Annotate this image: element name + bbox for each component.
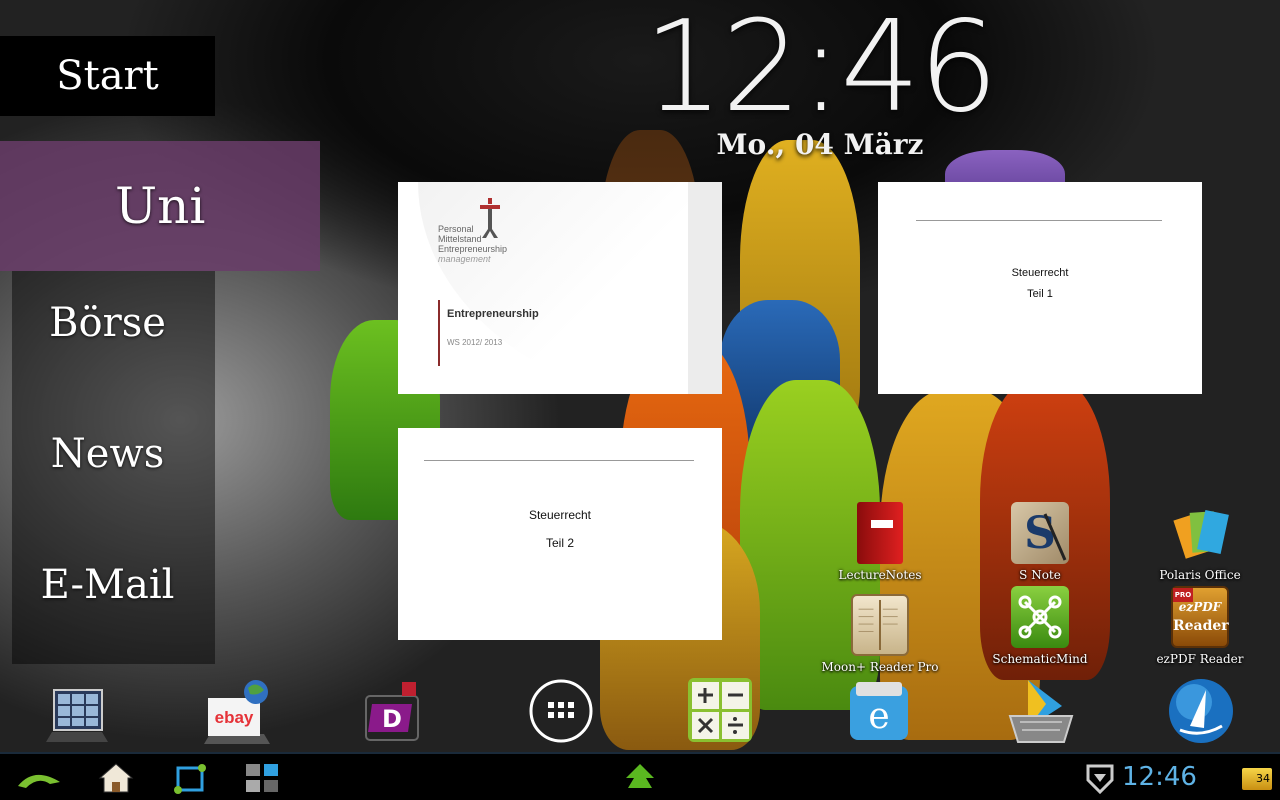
dock-file-manager[interactable]: e — [846, 676, 916, 746]
app-ezpdf-reader[interactable]: PRO ezPDF Reader ezPDF Reader — [1140, 586, 1260, 666]
app-schematicmind[interactable]: SchematicMind — [980, 586, 1100, 666]
logo-line: Mittelstand — [438, 234, 482, 244]
clock-time[interactable]: 12:46 — [620, 2, 1020, 132]
ezpdf-brand-text: ezPDF — [1178, 600, 1222, 614]
dock-gallery[interactable] — [42, 676, 112, 746]
status-clock[interactable]: 12:46 — [1122, 762, 1197, 792]
dock-ebay[interactable]: ebay — [202, 676, 272, 746]
d-app-icon: D — [365, 682, 419, 741]
notebook-label-decor — [871, 520, 893, 528]
screenshot-button[interactable] — [244, 762, 280, 794]
logo-line: management — [438, 254, 491, 264]
svg-text:e: e — [868, 696, 889, 737]
dock-play-store[interactable] — [1006, 676, 1076, 746]
app-label: SchematicMind — [992, 652, 1088, 666]
ezpdf-word-text: Reader — [1173, 618, 1229, 634]
notification-icon[interactable] — [1086, 762, 1114, 794]
document-thumbnail-steuerrecht-2[interactable]: Steuerrecht Teil 2 — [398, 428, 722, 640]
doc-title: Steuerrecht — [528, 508, 592, 522]
slide-swoosh-decor — [418, 182, 722, 394]
menu-item-boerse[interactable]: Börse — [0, 300, 215, 346]
doc-title: Steuerrecht — [1011, 267, 1069, 279]
app-moon-reader[interactable]: Moon+ Reader Pro — [820, 594, 940, 674]
slide-accent-bar — [438, 300, 440, 366]
app-drawer-button[interactable] — [526, 676, 596, 746]
ebay-logo-text: ebay — [214, 708, 254, 727]
s-note-icon: S — [1011, 502, 1069, 564]
dock-calculator[interactable] — [686, 676, 756, 746]
app-label: LectureNotes — [838, 568, 922, 582]
menu-up-button[interactable] — [624, 762, 656, 794]
page-rule — [916, 220, 1162, 221]
logo-line: Entrepreneurship — [438, 244, 508, 254]
app-label: S Note — [1019, 568, 1061, 582]
red-notebook-icon — [857, 502, 903, 564]
open-book-icon — [851, 594, 909, 656]
slide-title: Entrepreneurship — [447, 308, 539, 320]
page-rule — [424, 460, 694, 461]
slide-subtitle: WS 2012/ 2013 — [447, 338, 503, 347]
book-lines-glyph — [858, 608, 898, 632]
app-label: Moon+ Reader Pro — [821, 660, 939, 674]
ezpdf-reader-icon: PRO ezPDF Reader — [1171, 586, 1229, 648]
mind-map-icon — [1011, 586, 1069, 648]
recent-apps-button[interactable] — [172, 762, 208, 794]
document-thumbnail-steuerrecht-1[interactable]: Steuerrecht Teil 1 — [878, 182, 1202, 394]
svg-text:S: S — [1024, 508, 1056, 559]
doc-subtitle: Teil 2 — [545, 536, 574, 550]
app-drawer-icon — [529, 679, 593, 743]
home-button[interactable] — [98, 762, 134, 794]
document-thumbnail-entrepreneurship[interactable]: Personal Mittelstand Entrepreneurship ma… — [398, 182, 722, 394]
menu-item-uni[interactable]: Uni — [0, 141, 320, 271]
file-manager-icon: e — [850, 682, 908, 740]
polaris-glyph — [1173, 509, 1229, 559]
doc-subtitle: Teil 1 — [1027, 288, 1053, 300]
calculator-icon — [688, 678, 752, 742]
mind-map-glyph — [1018, 595, 1062, 639]
battery-indicator[interactable]: 34 — [1242, 768, 1272, 790]
system-bar: 12:46 34 — [0, 752, 1280, 800]
svg-text:D: D — [382, 705, 402, 733]
app-lecturenotes[interactable]: LectureNotes — [820, 502, 940, 582]
s-note-glyph: S — [1024, 508, 1067, 561]
back-button[interactable] — [14, 762, 64, 794]
app-polaris-office[interactable]: Polaris Office — [1140, 502, 1260, 582]
menu-item-start[interactable]: Start — [0, 36, 215, 116]
app-s-note[interactable]: S S Note — [980, 502, 1100, 582]
play-store-icon — [1008, 680, 1074, 743]
menu-item-email[interactable]: E-Mail — [0, 562, 215, 608]
polaris-office-icon — [1171, 502, 1229, 564]
app-label: Polaris Office — [1159, 568, 1241, 582]
menu-item-news[interactable]: News — [0, 431, 215, 477]
logo-line: Personal — [438, 224, 474, 234]
dock-d-app[interactable]: D — [362, 676, 432, 746]
clock-date: Mo., 04 März — [716, 128, 924, 161]
app-label: ezPDF Reader — [1156, 652, 1244, 666]
browser-globe-icon — [1169, 679, 1233, 743]
dock-browser[interactable] — [1166, 676, 1236, 746]
gallery-icon — [46, 689, 108, 742]
slide-logo-text: Personal Mittelstand Entrepreneurship ma… — [438, 224, 507, 264]
